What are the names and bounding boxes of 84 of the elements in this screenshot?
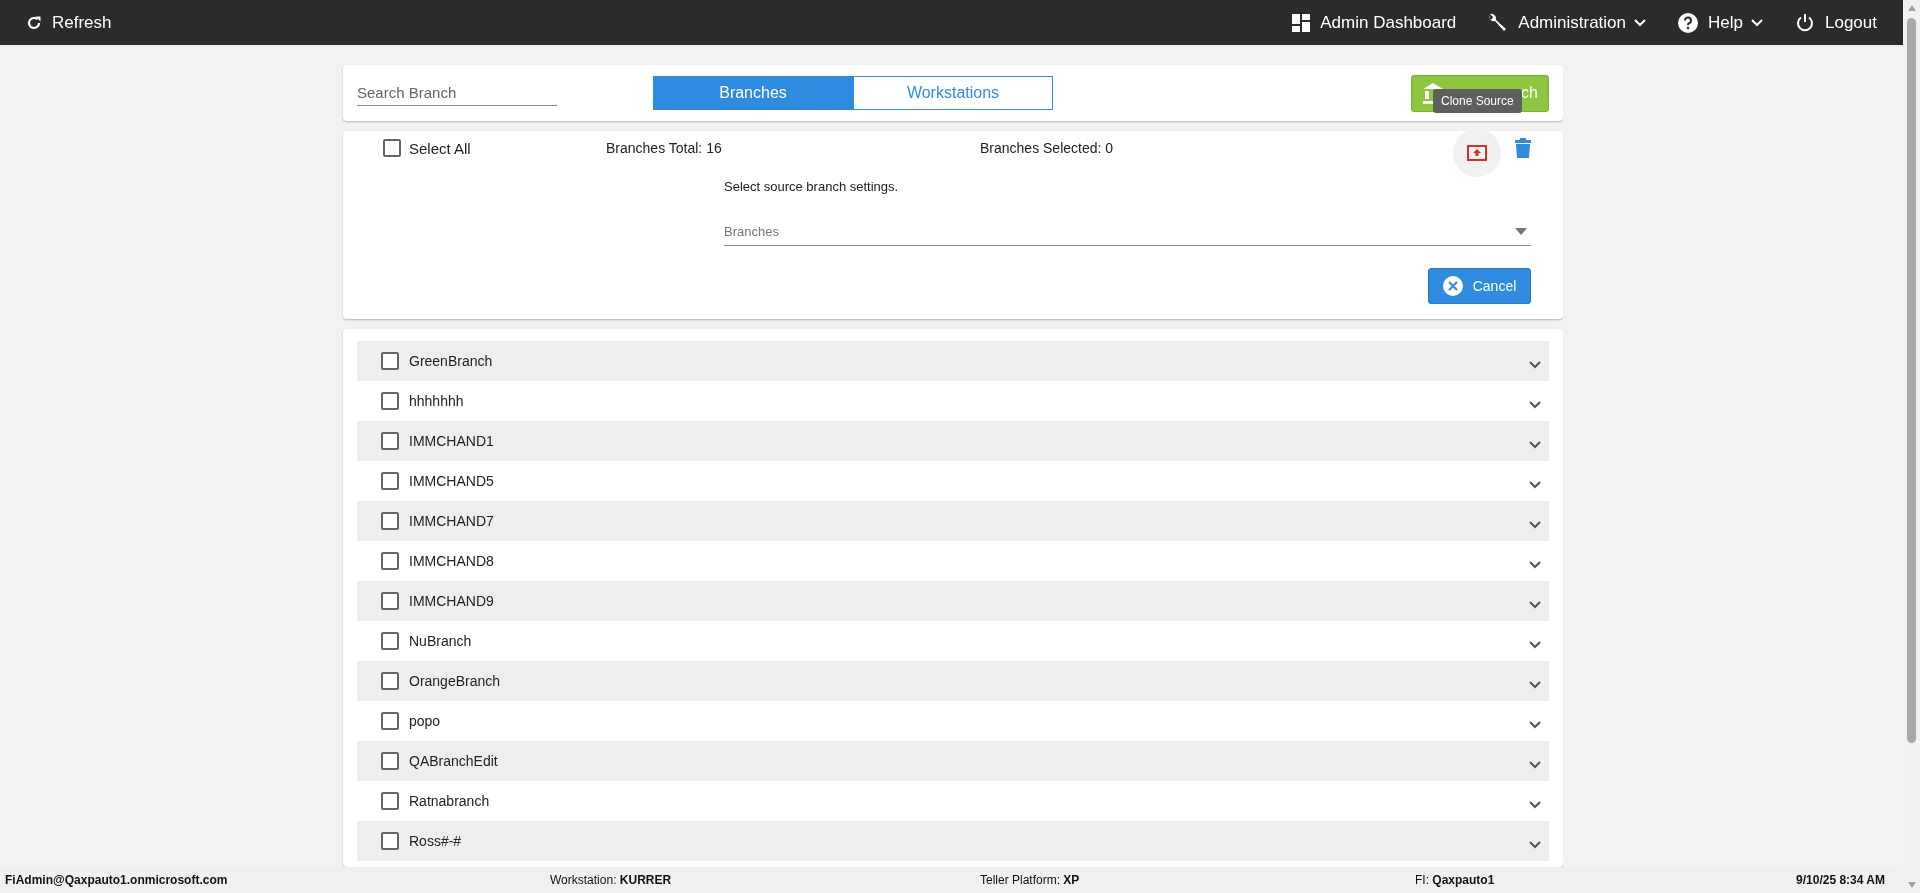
chevron-down-icon xyxy=(1751,18,1763,27)
status-field: FI: Qaxpauto1 xyxy=(1415,873,1797,887)
tab[interactable]: Branches xyxy=(653,76,853,110)
power-icon xyxy=(1795,12,1815,33)
menu-link[interactable]: Logout xyxy=(1795,12,1875,33)
menu-dropdown[interactable]: Administration xyxy=(1486,11,1647,34)
checkbox[interactable] xyxy=(381,672,399,690)
clone-source-button[interactable] xyxy=(1453,129,1501,177)
status-field: Teller Platform: XP xyxy=(980,873,1415,887)
checkbox[interactable] xyxy=(381,792,399,810)
branches-dropdown[interactable]: Branches xyxy=(724,220,1531,246)
select-all-checkbox[interactable]: Select All xyxy=(383,139,606,157)
branch-row[interactable]: GreenBranch xyxy=(357,341,1549,381)
branch-name: IMMCHAND9 xyxy=(409,593,495,609)
close-icon xyxy=(1442,276,1463,296)
caret-icon xyxy=(1515,228,1527,235)
checkbox[interactable] xyxy=(381,592,399,610)
branch-row[interactable]: IMMCHAND7 xyxy=(357,501,1549,541)
checkbox[interactable] xyxy=(381,632,399,650)
branch-row[interactable]: OrangeBranch xyxy=(357,661,1549,701)
branch-row[interactable]: NuBranch xyxy=(357,621,1549,661)
chevron-down-icon[interactable] xyxy=(1529,601,1541,609)
chevron-down-icon[interactable] xyxy=(1529,641,1541,649)
chevron-down-icon[interactable] xyxy=(1529,841,1541,849)
wrench-icon xyxy=(1486,11,1509,34)
chevron-down-icon[interactable] xyxy=(1529,561,1541,569)
tooltip: Clone Source xyxy=(1433,88,1522,113)
checkbox[interactable] xyxy=(381,712,399,730)
checkbox[interactable] xyxy=(383,139,401,157)
refresh-icon xyxy=(26,14,42,31)
branch-row[interactable]: Ross#-# xyxy=(357,821,1549,861)
chevron-down-icon[interactable] xyxy=(1529,361,1541,369)
branch-row[interactable]: popo xyxy=(357,701,1549,741)
chevron-down-icon[interactable] xyxy=(1529,761,1541,769)
branch-name: QABranchEdit xyxy=(409,753,499,769)
trash-icon[interactable] xyxy=(1515,138,1531,158)
branch-name: GreenBranch xyxy=(409,353,494,369)
branch-row[interactable]: hhhhhhh xyxy=(357,381,1549,421)
help-icon xyxy=(1678,12,1699,33)
checkbox[interactable] xyxy=(381,832,399,850)
branches-selected: Branches Selected: 0 xyxy=(980,140,1115,156)
branch-name: hhhhhhh xyxy=(409,393,465,409)
branch-row[interactable]: IMMCHAND5 xyxy=(357,461,1549,501)
branches-total: Branches Total: 16 xyxy=(606,140,723,156)
branch-name: IMMCHAND7 xyxy=(409,513,495,529)
checkbox[interactable] xyxy=(381,512,399,530)
user-email: FiAdmin@Qaxpauto1.onmicrosoft.com xyxy=(5,873,229,887)
upload-icon xyxy=(1467,145,1487,161)
chevron-down-icon[interactable] xyxy=(1529,721,1541,729)
chevron-down-icon xyxy=(1634,18,1647,27)
branch-name: IMMCHAND5 xyxy=(409,473,495,489)
branch-name: IMMCHAND1 xyxy=(409,433,495,449)
checkbox[interactable] xyxy=(381,392,399,410)
chevron-down-icon[interactable] xyxy=(1529,481,1541,489)
branch-name: NuBranch xyxy=(409,633,473,649)
checkbox[interactable] xyxy=(381,552,399,570)
prompt-text: Select source branch settings. xyxy=(724,179,900,194)
chevron-down-icon[interactable] xyxy=(1529,441,1541,449)
cancel-button[interactable]: Cancel xyxy=(1428,268,1531,304)
branch-row[interactable]: Ratnabranch xyxy=(357,781,1549,821)
branch-name: OrangeBranch xyxy=(409,673,502,689)
chevron-down-icon[interactable] xyxy=(1529,401,1541,409)
chevron-down-icon[interactable] xyxy=(1529,681,1541,689)
checkbox[interactable] xyxy=(381,432,399,450)
menu-link[interactable]: Admin Dashboard xyxy=(1292,12,1455,33)
checkbox[interactable] xyxy=(381,752,399,770)
branch-row[interactable]: IMMCHAND1 xyxy=(357,421,1549,461)
date-time: 9/10/25 8:34 AM xyxy=(1796,873,1885,887)
checkbox[interactable] xyxy=(381,352,399,370)
branch-row[interactable]: IMMCHAND8 xyxy=(357,541,1549,581)
menu-dropdown[interactable]: Help xyxy=(1678,12,1763,33)
checkbox[interactable] xyxy=(381,472,399,490)
dashboard-icon xyxy=(1292,13,1311,32)
branch-row[interactable]: QABranchEdit xyxy=(357,741,1549,781)
branch-row[interactable]: IMMCHAND9 xyxy=(357,581,1549,621)
tab[interactable]: Workstations xyxy=(853,76,1053,110)
branch-name: Ross#-# xyxy=(409,833,463,849)
refresh-button[interactable]: Refresh xyxy=(26,12,112,33)
branch-name: popo xyxy=(409,713,442,729)
branch-name: IMMCHAND8 xyxy=(409,553,495,569)
chevron-down-icon[interactable] xyxy=(1529,521,1541,529)
branch-name: Ratnabranch xyxy=(409,793,491,809)
status-field: Workstation: KURRER xyxy=(550,873,980,887)
chevron-down-icon[interactable] xyxy=(1529,801,1541,809)
